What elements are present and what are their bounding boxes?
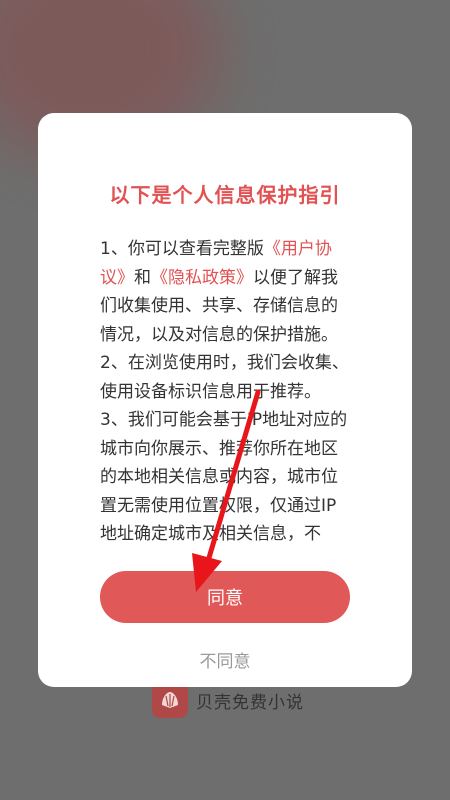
agree-button[interactable]: 同意 <box>100 571 350 623</box>
policy-paragraph-1: 1、你可以查看完整版《用户协议》和《隐私政策》以便了解我们收集使用、共享、存储信… <box>100 235 352 349</box>
policy-paragraph-2: 2、在浏览使用时，我们会收集、使用设备标识信息用于推荐。 <box>100 353 349 402</box>
dialog-title: 以下是个人信息保护指引 <box>109 183 341 207</box>
policy-text-scroll[interactable]: 1、你可以查看完整版《用户协议》和《隐私政策》以便了解我们收集使用、共享、存储信… <box>100 235 352 547</box>
privacy-dialog: 以下是个人信息保护指引 1、你可以查看完整版《用户协议》和《隐私政策》以便了解我… <box>38 113 412 687</box>
paragraph-1-connector: 和 <box>134 267 151 288</box>
policy-paragraph-3: 3、我们可能会基于IP地址对应的城市向你展示、推荐你所在地区的本地相关信息或内容… <box>100 410 348 544</box>
paragraph-1-lead: 1、你可以查看完整版 <box>100 239 264 259</box>
privacy-policy-link[interactable]: 《隐私政策》 <box>151 268 253 288</box>
shell-logo-glyph <box>162 692 178 708</box>
shell-logo-icon <box>152 682 188 718</box>
app-name: 贝壳免费小说 <box>196 692 304 713</box>
background-app-branding: 贝壳免费小说 <box>152 682 304 718</box>
screen: 贝壳免费小说 以下是个人信息保护指引 1、你可以查看完整版《用户协议》和《隐私政… <box>0 0 450 800</box>
disagree-button[interactable]: 不同意 <box>38 647 412 672</box>
